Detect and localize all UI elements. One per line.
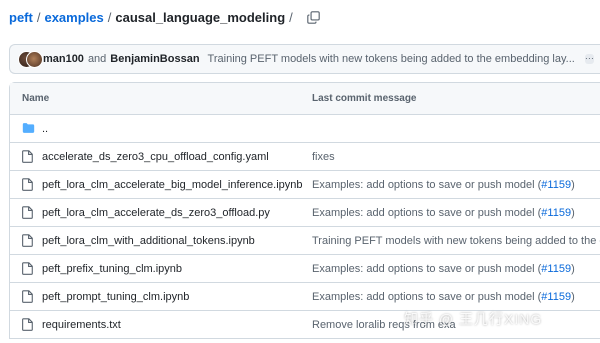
table-row[interactable]: peft_prompt_tuning_clm.ipynb Examples: a… bbox=[10, 283, 600, 311]
breadcrumb-repo-link[interactable]: peft bbox=[9, 10, 33, 25]
breadcrumb-folder-link[interactable]: examples bbox=[44, 10, 103, 25]
file-table: Name Last commit message .. accelerate_d… bbox=[9, 82, 600, 339]
breadcrumb-separator: / bbox=[36, 10, 41, 25]
commit-message-cell[interactable]: Training PEFT models with new tokens bei… bbox=[312, 235, 600, 247]
file-icon bbox=[22, 149, 34, 164]
commit-message-end: ) bbox=[571, 262, 575, 275]
expand-commit-button[interactable]: ··· bbox=[584, 54, 594, 64]
commit-message-end: ) bbox=[571, 206, 575, 219]
commit-message-text[interactable]: Examples: add options to save or push mo… bbox=[312, 291, 541, 303]
commit-message-end: ) bbox=[571, 178, 575, 191]
commit-message-cell[interactable]: fixes bbox=[312, 151, 335, 163]
file-icon bbox=[22, 261, 34, 276]
commit-author-2[interactable]: BenjaminBossan bbox=[110, 53, 199, 65]
commit-message-cell[interactable]: Examples: add options to save or push mo… bbox=[312, 263, 575, 275]
commit-message-text[interactable]: Examples: add options to save or push mo… bbox=[312, 179, 541, 191]
table-header: Name Last commit message bbox=[10, 83, 600, 115]
file-name-link[interactable]: peft_lora_clm_accelerate_ds_zero3_offloa… bbox=[42, 207, 270, 219]
breadcrumb-current: causal_language_modeling bbox=[115, 10, 286, 25]
file-icon bbox=[22, 205, 34, 220]
commit-message-text[interactable]: Examples: add options to save or push mo… bbox=[312, 207, 541, 219]
file-name-link[interactable]: peft_lora_clm_accelerate_big_model_infer… bbox=[42, 179, 303, 191]
commit-message-text[interactable]: fixes bbox=[312, 151, 335, 163]
commit-message[interactable]: Training PEFT models with new tokens bei… bbox=[208, 53, 575, 65]
table-row[interactable]: peft_lora_clm_with_additional_tokens.ipy… bbox=[10, 227, 600, 255]
avatar[interactable] bbox=[26, 51, 43, 68]
commit-message-cell[interactable]: Examples: add options to save or push mo… bbox=[312, 291, 575, 303]
file-icon bbox=[22, 317, 34, 332]
commit-message-cell[interactable]: Examples: add options to save or push mo… bbox=[312, 207, 575, 219]
pr-link[interactable]: #1159 bbox=[541, 179, 571, 191]
commit-message-text[interactable]: Training PEFT models with new tokens bei… bbox=[312, 235, 600, 247]
file-name-link[interactable]: accelerate_ds_zero3_cpu_offload_config.y… bbox=[42, 151, 269, 163]
file-name-link[interactable]: peft_lora_clm_with_additional_tokens.ipy… bbox=[42, 235, 255, 247]
file-icon bbox=[22, 233, 34, 248]
column-header-name: Name bbox=[22, 93, 50, 104]
breadcrumb-separator: / bbox=[107, 10, 112, 25]
file-name-link[interactable]: requirements.txt bbox=[42, 319, 121, 331]
latest-commit-bar: pacman100 and BenjaminBossan Training PE… bbox=[9, 44, 600, 74]
column-header-message: Last commit message bbox=[312, 93, 417, 104]
file-icon bbox=[22, 177, 34, 192]
breadcrumb: peft / examples / causal_language_modeli… bbox=[9, 10, 320, 25]
pr-link[interactable]: #1159 bbox=[541, 291, 571, 303]
table-row[interactable]: peft_lora_clm_accelerate_ds_zero3_offloa… bbox=[10, 199, 600, 227]
file-icon bbox=[22, 289, 34, 304]
table-row[interactable]: peft_prefix_tuning_clm.ipynb Examples: a… bbox=[10, 255, 600, 283]
commit-and: and bbox=[87, 53, 107, 65]
commit-message-end: ) bbox=[571, 290, 575, 303]
file-name-link[interactable]: peft_prompt_tuning_clm.ipynb bbox=[42, 291, 189, 303]
pr-link[interactable]: #1159 bbox=[541, 263, 571, 275]
folder-icon bbox=[22, 122, 35, 136]
breadcrumb-separator: / bbox=[289, 10, 293, 25]
file-name-link[interactable]: peft_prefix_tuning_clm.ipynb bbox=[42, 263, 182, 275]
table-row-parent[interactable]: .. bbox=[10, 115, 600, 143]
commit-message-cell[interactable]: Examples: add options to save or push mo… bbox=[312, 179, 575, 191]
watermark: 知乎 @ 王几行XING bbox=[404, 311, 543, 327]
parent-directory-link[interactable]: .. bbox=[42, 123, 48, 135]
commit-message-text[interactable]: Examples: add options to save or push mo… bbox=[312, 263, 541, 275]
copy-icon[interactable] bbox=[307, 11, 320, 24]
pr-link[interactable]: #1159 bbox=[541, 207, 571, 219]
table-row[interactable]: accelerate_ds_zero3_cpu_offload_config.y… bbox=[10, 143, 600, 171]
table-row[interactable]: peft_lora_clm_accelerate_big_model_infer… bbox=[10, 171, 600, 199]
